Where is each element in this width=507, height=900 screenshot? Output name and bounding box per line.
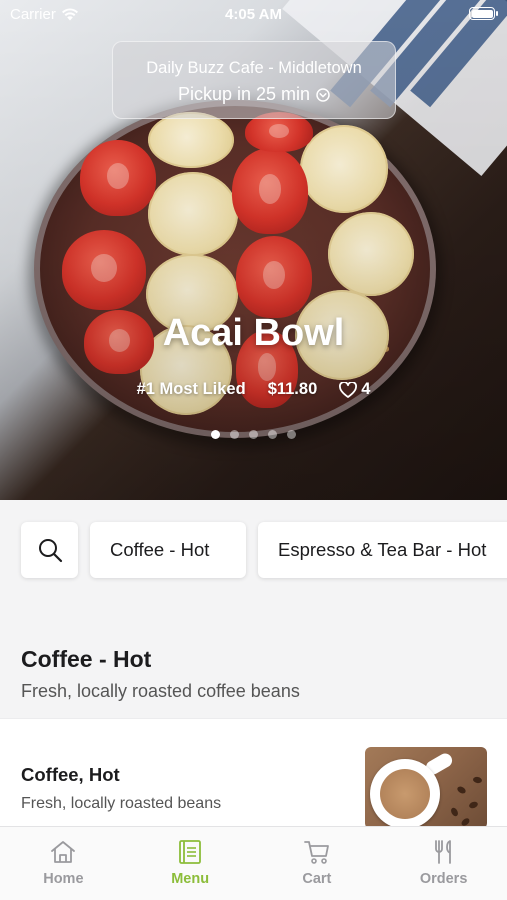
tab-menu[interactable]: Menu bbox=[127, 827, 254, 900]
carousel-indicator[interactable] bbox=[0, 430, 507, 439]
tab-label: Menu bbox=[171, 871, 210, 887]
carousel-dot[interactable] bbox=[268, 430, 277, 439]
carousel-dot[interactable] bbox=[249, 430, 258, 439]
home-icon bbox=[51, 841, 76, 863]
store-selector[interactable]: Daily Buzz Cafe - Middletown Pickup in 2… bbox=[112, 41, 396, 119]
carousel-dot[interactable] bbox=[230, 430, 239, 439]
menu-section-header: Coffee - Hot Fresh, locally roasted coff… bbox=[0, 608, 507, 718]
chevron-down-circle-icon bbox=[316, 87, 330, 102]
carousel-dot[interactable] bbox=[211, 430, 220, 439]
tab-bar: Home Menu Cart Orders bbox=[0, 826, 507, 900]
section-subtitle: Fresh, locally roasted coffee beans bbox=[21, 681, 300, 701]
fork-knife-icon bbox=[434, 840, 451, 864]
menu-book-icon bbox=[179, 840, 202, 864]
menu-item-name: Coffee, Hot bbox=[21, 764, 120, 785]
cart-icon bbox=[303, 841, 329, 864]
tab-cart[interactable]: Cart bbox=[254, 827, 381, 900]
heart-icon bbox=[339, 381, 358, 398]
store-name: Daily Buzz Cafe - Middletown bbox=[146, 59, 362, 77]
search-button[interactable] bbox=[21, 522, 78, 578]
featured-item-meta: #1 Most Liked $11.80 4 bbox=[0, 380, 507, 399]
like-button[interactable]: 4 bbox=[339, 380, 370, 399]
status-bar: Carrier 4:05 AM bbox=[0, 0, 507, 28]
category-chip-espresso-tea-bar-hot[interactable]: Espresso & Tea Bar - Hot bbox=[258, 522, 507, 578]
featured-item-title: Acai Bowl bbox=[162, 312, 345, 354]
pickup-time: Pickup in 25 min bbox=[177, 84, 311, 104]
featured-item-price: $11.80 bbox=[267, 380, 318, 398]
tab-label: Cart bbox=[302, 871, 332, 887]
menu-item-image bbox=[365, 747, 487, 829]
most-liked-badge: #1 Most Liked bbox=[136, 380, 246, 398]
menu-item[interactable]: Coffee, Hot Fresh, locally roasted beans bbox=[0, 718, 507, 829]
tab-label: Home bbox=[43, 871, 84, 887]
search-icon bbox=[38, 539, 62, 563]
category-chip-coffee-hot[interactable]: Coffee - Hot bbox=[90, 522, 246, 578]
like-count: 4 bbox=[361, 380, 371, 398]
featured-hero[interactable]: Carrier 4:05 AM Daily Buzz Cafe - Middle… bbox=[0, 0, 507, 500]
tab-orders[interactable]: Orders bbox=[380, 827, 507, 900]
category-bar: Coffee - Hot Espresso & Tea Bar - Hot bbox=[0, 500, 507, 608]
tab-label: Orders bbox=[419, 871, 468, 887]
carousel-dot[interactable] bbox=[287, 430, 296, 439]
battery-icon bbox=[469, 7, 498, 20]
clock: 4:05 AM bbox=[225, 6, 282, 23]
section-title: Coffee - Hot bbox=[21, 646, 152, 672]
tab-home[interactable]: Home bbox=[0, 827, 127, 900]
menu-item-description: Fresh, locally roasted beans bbox=[21, 795, 222, 812]
